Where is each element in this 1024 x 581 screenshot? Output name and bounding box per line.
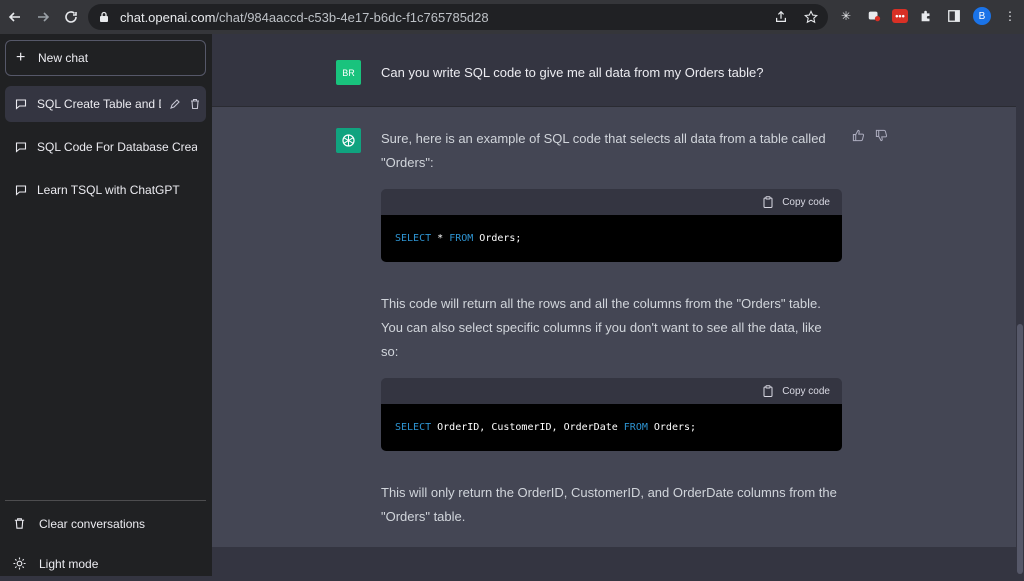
chat-bottom-area xyxy=(212,547,1018,576)
url-host: chat.openai.com xyxy=(120,9,216,25)
openai-logo-icon xyxy=(336,128,361,153)
thumbs-down-icon[interactable] xyxy=(875,129,888,142)
extensions-puzzle-icon[interactable] xyxy=(916,6,936,26)
clipboard-icon xyxy=(762,385,774,397)
url-text: chat.openai.com/chat/984aaccd-c53b-4e17-… xyxy=(120,10,489,25)
sidebar: + New chat SQL Create Table and D SQL Co… xyxy=(0,34,212,576)
edit-pencil-icon[interactable] xyxy=(169,98,181,110)
code-text: * xyxy=(431,233,450,244)
code-text: Orders; xyxy=(473,233,522,244)
url-path: /chat/984aaccd-c53b-4e17-b6dc-f1c765785d… xyxy=(215,9,489,25)
code-text: Orders; xyxy=(647,422,697,433)
scrollbar[interactable] xyxy=(1016,34,1024,576)
extension-sparkle-icon[interactable]: ✳ xyxy=(836,6,856,26)
copy-code-button[interactable]: Copy code xyxy=(782,386,830,397)
thumbs-up-icon[interactable] xyxy=(852,129,865,142)
share-icon[interactable] xyxy=(772,8,790,26)
arrow-right-icon xyxy=(38,12,50,22)
user-message-text: Can you write SQL code to give me all da… xyxy=(381,65,764,80)
forward-button[interactable] xyxy=(30,4,56,30)
chat-bubble-icon xyxy=(15,98,27,110)
code-block-header: Copy code xyxy=(381,189,842,215)
browser-toolbar: chat.openai.com/chat/984aaccd-c53b-4e17-… xyxy=(0,0,1024,34)
user-avatar: BR xyxy=(336,60,361,85)
profile-avatar[interactable]: B xyxy=(972,6,992,26)
clear-conversations-label: Clear conversations xyxy=(39,517,146,531)
chat-bubble-icon xyxy=(15,141,27,153)
side-panel-icon[interactable] xyxy=(944,6,964,26)
address-bar[interactable]: chat.openai.com/chat/984aaccd-c53b-4e17-… xyxy=(88,4,828,30)
copy-code-button[interactable]: Copy code xyxy=(782,197,830,208)
assistant-middle-text: This code will return all the rows and a… xyxy=(381,296,822,359)
code-content: SELECT * FROM Orders; xyxy=(381,215,842,262)
chat-main: BR Can you write SQL code to give me all… xyxy=(212,34,1024,576)
sidebar-item-conversation[interactable]: SQL Code For Database Creati xyxy=(5,129,206,165)
delete-trash-icon[interactable] xyxy=(189,98,201,110)
code-keyword: FROM xyxy=(623,422,648,433)
user-message-row: BR Can you write SQL code to give me all… xyxy=(212,34,1018,107)
scrollbar-thumb[interactable] xyxy=(1017,324,1023,574)
sidebar-item-conversation[interactable]: Learn TSQL with ChatGPT xyxy=(5,172,206,208)
assistant-message-row: Sure, here is an example of SQL code tha… xyxy=(212,107,1018,547)
back-button[interactable] xyxy=(2,4,28,30)
sidebar-item-conversation[interactable]: SQL Create Table and D xyxy=(5,86,206,122)
reload-button[interactable] xyxy=(58,4,84,30)
more-menu-icon[interactable]: ⋮ xyxy=(1000,6,1020,26)
code-text: OrderID, CustomerID, OrderDate xyxy=(431,422,624,433)
code-block-header: Copy code xyxy=(381,378,842,404)
new-chat-button[interactable]: + New chat xyxy=(5,40,206,76)
assistant-intro-text: Sure, here is an example of SQL code tha… xyxy=(381,131,826,170)
trash-icon xyxy=(13,517,27,531)
extension-red-icon[interactable]: ••• xyxy=(892,9,908,23)
code-keyword: SELECT xyxy=(395,422,432,433)
assistant-outro-text: This will only return the OrderID, Custo… xyxy=(381,485,837,524)
code-content: SELECT OrderID, CustomerID, OrderDate FR… xyxy=(381,404,842,451)
reload-icon xyxy=(65,11,77,23)
plus-icon: + xyxy=(16,49,26,66)
sun-icon xyxy=(13,557,27,571)
conversation-label: Learn TSQL with ChatGPT xyxy=(37,183,180,197)
new-chat-label: New chat xyxy=(38,51,89,65)
chat-bubble-icon xyxy=(15,184,27,196)
lock-icon xyxy=(98,11,110,23)
clear-conversations-button[interactable]: Clear conversations xyxy=(5,507,206,541)
code-keyword: SELECT xyxy=(395,233,432,244)
extension-puzzle-badge-icon[interactable] xyxy=(864,6,884,26)
profile-initial: B xyxy=(973,7,991,25)
bookmark-star-icon[interactable] xyxy=(802,8,820,26)
code-keyword: FROM xyxy=(449,233,474,244)
arrow-left-icon xyxy=(8,12,20,22)
code-block: Copy code SELECT * FROM Orders; xyxy=(381,189,842,262)
conversation-label: SQL Code For Database Creati xyxy=(37,140,197,154)
clipboard-icon xyxy=(762,196,774,208)
code-block: Copy code SELECT OrderID, CustomerID, Or… xyxy=(381,378,842,451)
conversation-label: SQL Create Table and D xyxy=(37,97,161,111)
sidebar-divider xyxy=(5,500,206,501)
light-mode-label: Light mode xyxy=(39,557,99,571)
